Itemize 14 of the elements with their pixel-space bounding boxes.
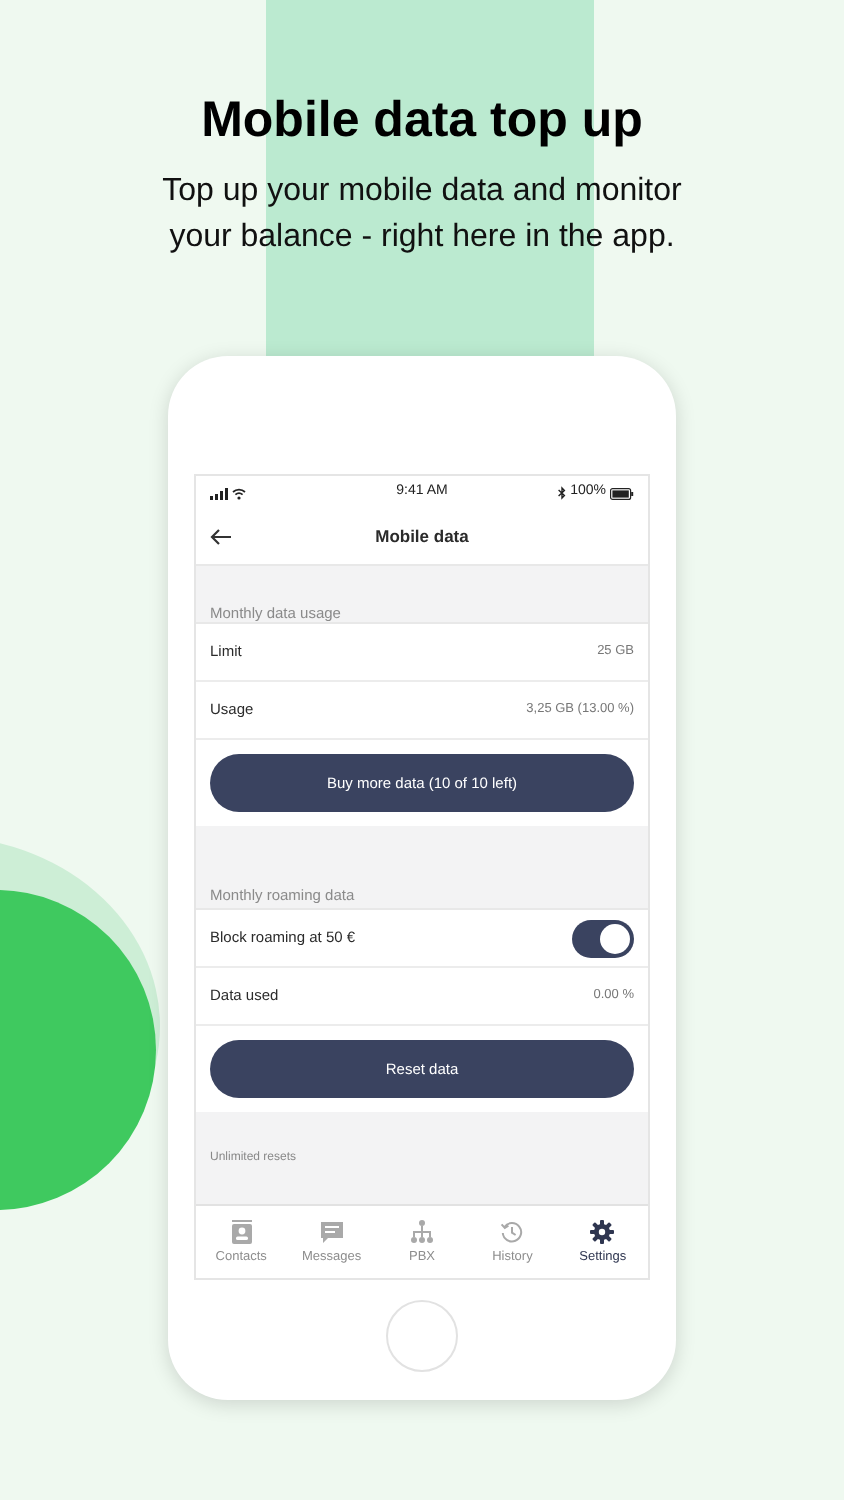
contact-card-icon (229, 1220, 254, 1245)
battery-icon (610, 487, 634, 499)
screen-title: Mobile data (375, 524, 469, 550)
history-clock-icon (500, 1220, 525, 1245)
bluetooth-icon (558, 486, 567, 500)
network-tree-icon (410, 1220, 434, 1245)
signal-icon (210, 487, 228, 499)
settings-icon (590, 1220, 615, 1245)
headline: Mobile data top up (201, 90, 643, 152)
subtitle: Top up your mobile data and monitor your balance - right here in the app. (160, 172, 684, 258)
back-arrow-icon[interactable] (210, 528, 232, 546)
toggle-switch[interactable] (572, 919, 634, 957)
chat-bubble-icon (319, 1220, 344, 1245)
wifi-icon (232, 487, 246, 499)
